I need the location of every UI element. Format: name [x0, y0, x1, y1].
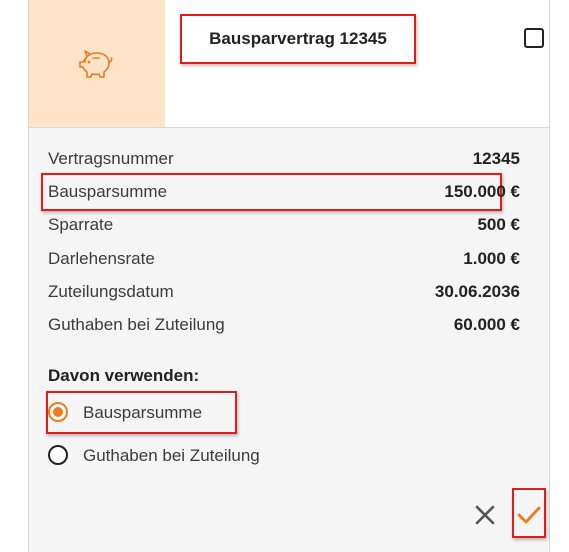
detail-label: Bausparsumme: [48, 182, 168, 201]
radio-label: Bausparsumme: [83, 403, 203, 422]
detail-value: 12345: [472, 149, 520, 168]
contract-card: Bausparvertrag 12345 Vertragsnummer 1234…: [28, 0, 550, 552]
detail-value: 1.000 €: [463, 249, 520, 268]
radio-unchecked-icon[interactable]: [48, 445, 68, 465]
detail-label: Guthaben bei Zuteilung: [48, 315, 225, 334]
close-icon[interactable]: [472, 502, 498, 528]
detail-label: Zuteilungsdatum: [48, 282, 174, 301]
radio-checked-icon[interactable]: [48, 402, 68, 422]
detail-row-sparrate: Sparrate 500 €: [48, 211, 520, 241]
radio-option-bausparsumme[interactable]: Bausparsumme: [48, 398, 448, 428]
piggy-bank-icon: [79, 50, 113, 78]
detail-row-darlehensrate: Darlehensrate 1.000 €: [48, 245, 520, 275]
detail-value: 60.000 €: [453, 315, 520, 334]
detail-value: 150.000 €: [444, 182, 520, 201]
card-header: Bausparvertrag 12345: [29, 0, 549, 128]
card-title: Bausparvertrag 12345: [180, 14, 416, 64]
detail-row-vertragsnummer: Vertragsnummer 12345: [48, 145, 520, 175]
detail-label: Vertragsnummer: [48, 149, 174, 168]
check-icon[interactable]: [516, 503, 542, 527]
detail-row-bausparsumme: Bausparsumme 150.000 €: [48, 178, 520, 208]
radio-option-guthaben[interactable]: Guthaben bei Zuteilung: [48, 441, 448, 471]
detail-label: Sparrate: [48, 215, 114, 234]
use-label: Davon verwenden:: [48, 366, 200, 385]
select-checkbox[interactable]: [524, 28, 544, 48]
detail-row-guthaben: Guthaben bei Zuteilung 60.000 €: [48, 311, 520, 341]
radio-label: Guthaben bei Zuteilung: [83, 446, 260, 465]
detail-row-zuteilungsdatum: Zuteilungsdatum 30.06.2036: [48, 278, 520, 308]
detail-value: 500 €: [477, 215, 520, 234]
detail-label: Darlehensrate: [48, 249, 155, 268]
detail-value: 30.06.2036: [434, 282, 520, 301]
icon-box: [29, 0, 165, 127]
